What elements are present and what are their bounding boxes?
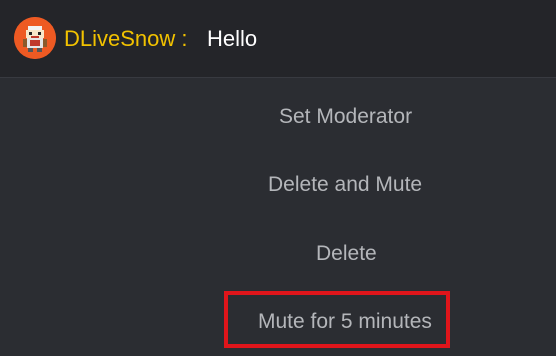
highlight-box bbox=[224, 291, 450, 348]
streamer-avatar-icon bbox=[14, 17, 56, 59]
message-text: Hello bbox=[207, 26, 258, 51]
avatar[interactable] bbox=[14, 17, 56, 59]
chat-panel: DLiveSnow : Hello Set Moderator Delete a… bbox=[0, 0, 556, 356]
chat-message[interactable]: DLiveSnow : Hello bbox=[0, 0, 556, 78]
menu-item-label: Delete bbox=[316, 242, 377, 265]
delete-and-mute-button[interactable]: Delete and Mute bbox=[0, 165, 556, 205]
menu-item-label: Set Moderator bbox=[279, 105, 413, 128]
delete-button[interactable]: Delete bbox=[0, 234, 556, 274]
set-moderator-button[interactable]: Set Moderator bbox=[0, 97, 556, 137]
username[interactable]: DLiveSnow : bbox=[64, 25, 188, 53]
menu-item-label: Delete and Mute bbox=[268, 173, 423, 196]
